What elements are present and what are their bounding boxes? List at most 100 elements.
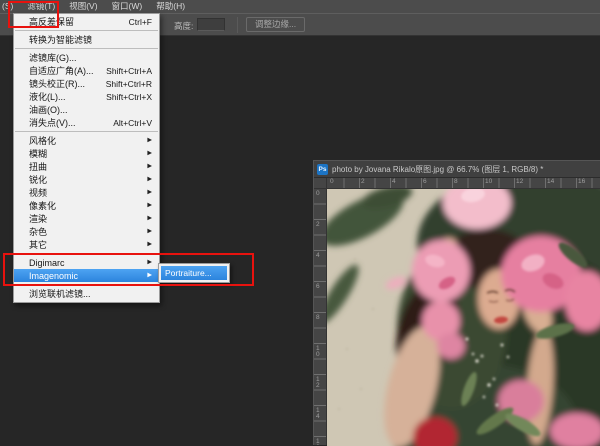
ruler-h-label: 14 <box>547 178 554 185</box>
menubar-item-window[interactable]: 窗口(W) <box>105 0 150 13</box>
menubar-item-view[interactable]: 视图(V) <box>62 0 104 13</box>
photoshop-app: { "colors": { "annotation_red": "#e8120e… <box>0 0 600 445</box>
ruler-corner <box>314 178 327 189</box>
menu-separator <box>15 30 158 31</box>
ruler-v-label: 12 <box>316 377 323 389</box>
submenu-arrow-icon: ▶ <box>147 241 152 248</box>
horizontal-ruler[interactable]: 0246810121416 <box>327 178 600 189</box>
menu-item-label: 视频 <box>29 186 47 199</box>
submenu-arrow-icon: ▶ <box>147 202 152 209</box>
menu-item-label: 转换为智能滤镜 <box>29 33 92 46</box>
menu-separator <box>15 253 158 254</box>
menu-item-label: Digimarc <box>29 258 65 268</box>
submenu-arrow-icon: ▶ <box>147 228 152 235</box>
submenu-arrow-icon: ▶ <box>147 150 152 157</box>
document-window: Ps photo by Jovana Rikalo原图.jpg @ 66.7% … <box>313 160 600 445</box>
submenu-arrow-icon: ▶ <box>147 215 152 222</box>
submenu-arrow-icon: ▶ <box>147 137 152 144</box>
vertical-ruler[interactable]: 0 2 4 6 8 10 12 14 16 <box>314 189 327 445</box>
menubar-item-filter[interactable]: 滤镜(T) <box>20 0 62 13</box>
menu-item-label: 像素化 <box>29 199 56 212</box>
ruler-v-label: 0 <box>316 191 323 197</box>
filter-menu-item-sharpen[interactable]: 锐化 ▶ <box>14 173 159 186</box>
menu-item-label: 风格化 <box>29 134 56 147</box>
ruler-v-label: 8 <box>316 315 323 321</box>
ruler-h-label: 8 <box>454 178 458 185</box>
submenu-arrow-icon: ▶ <box>147 259 152 266</box>
menu-item-label: 模糊 <box>29 147 47 160</box>
menu-item-label: 油画(O)... <box>29 103 68 116</box>
menu-item-label: Imagenomic <box>29 271 78 281</box>
menu-item-label: 锐化 <box>29 173 47 186</box>
submenu-arrow-icon: ▶ <box>147 272 152 279</box>
menu-separator <box>15 284 158 285</box>
ruler-h-label: 2 <box>361 178 365 185</box>
filter-menu-item-pixelate[interactable]: 像素化 ▶ <box>14 199 159 212</box>
submenu-arrow-icon: ▶ <box>147 189 152 196</box>
filter-menu-item-blur[interactable]: 模糊 ▶ <box>14 147 159 160</box>
filter-menu-item-digimarc[interactable]: Digimarc ▶ <box>14 256 159 269</box>
ruler-h-label: 10 <box>485 178 492 185</box>
menubar-item-help[interactable]: 帮助(H) <box>149 0 192 13</box>
photoshop-file-icon: Ps <box>317 164 328 175</box>
menu-separator <box>15 131 158 132</box>
filter-menu-item-browse-filters-online[interactable]: 浏览联机滤镜... <box>14 287 159 300</box>
menu-item-label: 镜头校正(R)... <box>29 77 85 90</box>
filter-menu-item-noise[interactable]: 杂色 ▶ <box>14 225 159 238</box>
filter-menu-item-high-pass[interactable]: 高反差保留 Ctrl+F <box>14 15 159 28</box>
filter-menu-item-adaptive-wide-angle[interactable]: 自适应广角(A)... Shift+Ctrl+A <box>14 64 159 77</box>
ruler-v-label: 4 <box>316 253 323 259</box>
menu-bar: (S)滤镜(T)视图(V)窗口(W)帮助(H) <box>0 0 600 13</box>
menu-item-shortcut: Alt+Ctrl+V <box>113 118 152 128</box>
menubar-item-select[interactable]: (S) <box>0 0 20 13</box>
filter-menu-item-render[interactable]: 渲染 ▶ <box>14 212 159 225</box>
menu-item-label: 消失点(V)... <box>29 116 76 129</box>
menu-separator <box>15 48 158 49</box>
menu-item-shortcut: Ctrl+F <box>129 17 152 27</box>
height-input[interactable] <box>197 18 225 31</box>
submenu-item-portraiture[interactable]: Portraiture... <box>161 266 227 280</box>
portraiture-submenu: Portraiture... <box>158 263 230 283</box>
filter-menu-item-stylize[interactable]: 风格化 ▶ <box>14 134 159 147</box>
height-label: 高度: <box>174 20 193 32</box>
menu-item-shortcut: Shift+Ctrl+A <box>106 66 152 76</box>
filter-menu-item-other[interactable]: 其它 ▶ <box>14 238 159 251</box>
document-title: photo by Jovana Rikalo原图.jpg @ 66.7% (图层… <box>332 164 543 175</box>
menu-item-label: 自适应广角(A)... <box>29 64 94 77</box>
ruler-h-label: 6 <box>423 178 427 185</box>
ruler-v-label: 14 <box>316 408 323 420</box>
ruler-v-label: 10 <box>316 346 323 358</box>
document-title-bar[interactable]: Ps photo by Jovana Rikalo原图.jpg @ 66.7% … <box>314 161 600 178</box>
ruler-h-label: 16 <box>578 178 585 185</box>
ruler-v-label: 6 <box>316 284 323 290</box>
submenu-arrow-icon: ▶ <box>147 176 152 183</box>
menu-item-label: 杂色 <box>29 225 47 238</box>
menu-item-label: 浏览联机滤镜... <box>29 287 91 300</box>
submenu-arrow-icon: ▶ <box>147 163 152 170</box>
ruler-v-label: 2 <box>316 222 323 228</box>
ruler-v-label: 16 <box>316 439 323 445</box>
ruler-h-label: 0 <box>330 178 334 185</box>
photo-canvas[interactable] <box>327 189 600 446</box>
menu-item-label: 滤镜库(G)... <box>29 51 77 64</box>
options-divider <box>237 17 238 33</box>
filter-menu-item-filter-gallery[interactable]: 滤镜库(G)... <box>14 51 159 64</box>
menu-item-shortcut: Shift+Ctrl+R <box>106 79 152 89</box>
filter-menu-item-convert-for-smart-filters[interactable]: 转换为智能滤镜 <box>14 33 159 46</box>
ruler-h-label: 12 <box>516 178 523 185</box>
filter-menu-item-distort[interactable]: 扭曲 ▶ <box>14 160 159 173</box>
filter-menu-item-oil-paint[interactable]: 油画(O)... <box>14 103 159 116</box>
menu-item-label: 液化(L)... <box>29 90 66 103</box>
filter-menu-item-video[interactable]: 视频 ▶ <box>14 186 159 199</box>
refine-edge-button[interactable]: 调整边缘... <box>246 17 305 32</box>
menu-item-label: 其它 <box>29 238 47 251</box>
menu-item-label: 渲染 <box>29 212 47 225</box>
filter-dropdown-menu: 高反差保留 Ctrl+F 转换为智能滤镜滤镜库(G)...自适应广角(A)... Sh… <box>13 13 160 303</box>
filter-menu-item-lens-correction[interactable]: 镜头校正(R)... Shift+Ctrl+R <box>14 77 159 90</box>
filter-menu-item-liquify[interactable]: 液化(L)... Shift+Ctrl+X <box>14 90 159 103</box>
menu-item-label: 扭曲 <box>29 160 47 173</box>
menu-item-label: 高反差保留 <box>29 15 74 28</box>
filter-menu-item-vanishing-point[interactable]: 消失点(V)... Alt+Ctrl+V <box>14 116 159 129</box>
menu-item-shortcut: Shift+Ctrl+X <box>106 92 152 102</box>
filter-menu-item-imagenomic[interactable]: Imagenomic ▶ <box>14 269 159 282</box>
